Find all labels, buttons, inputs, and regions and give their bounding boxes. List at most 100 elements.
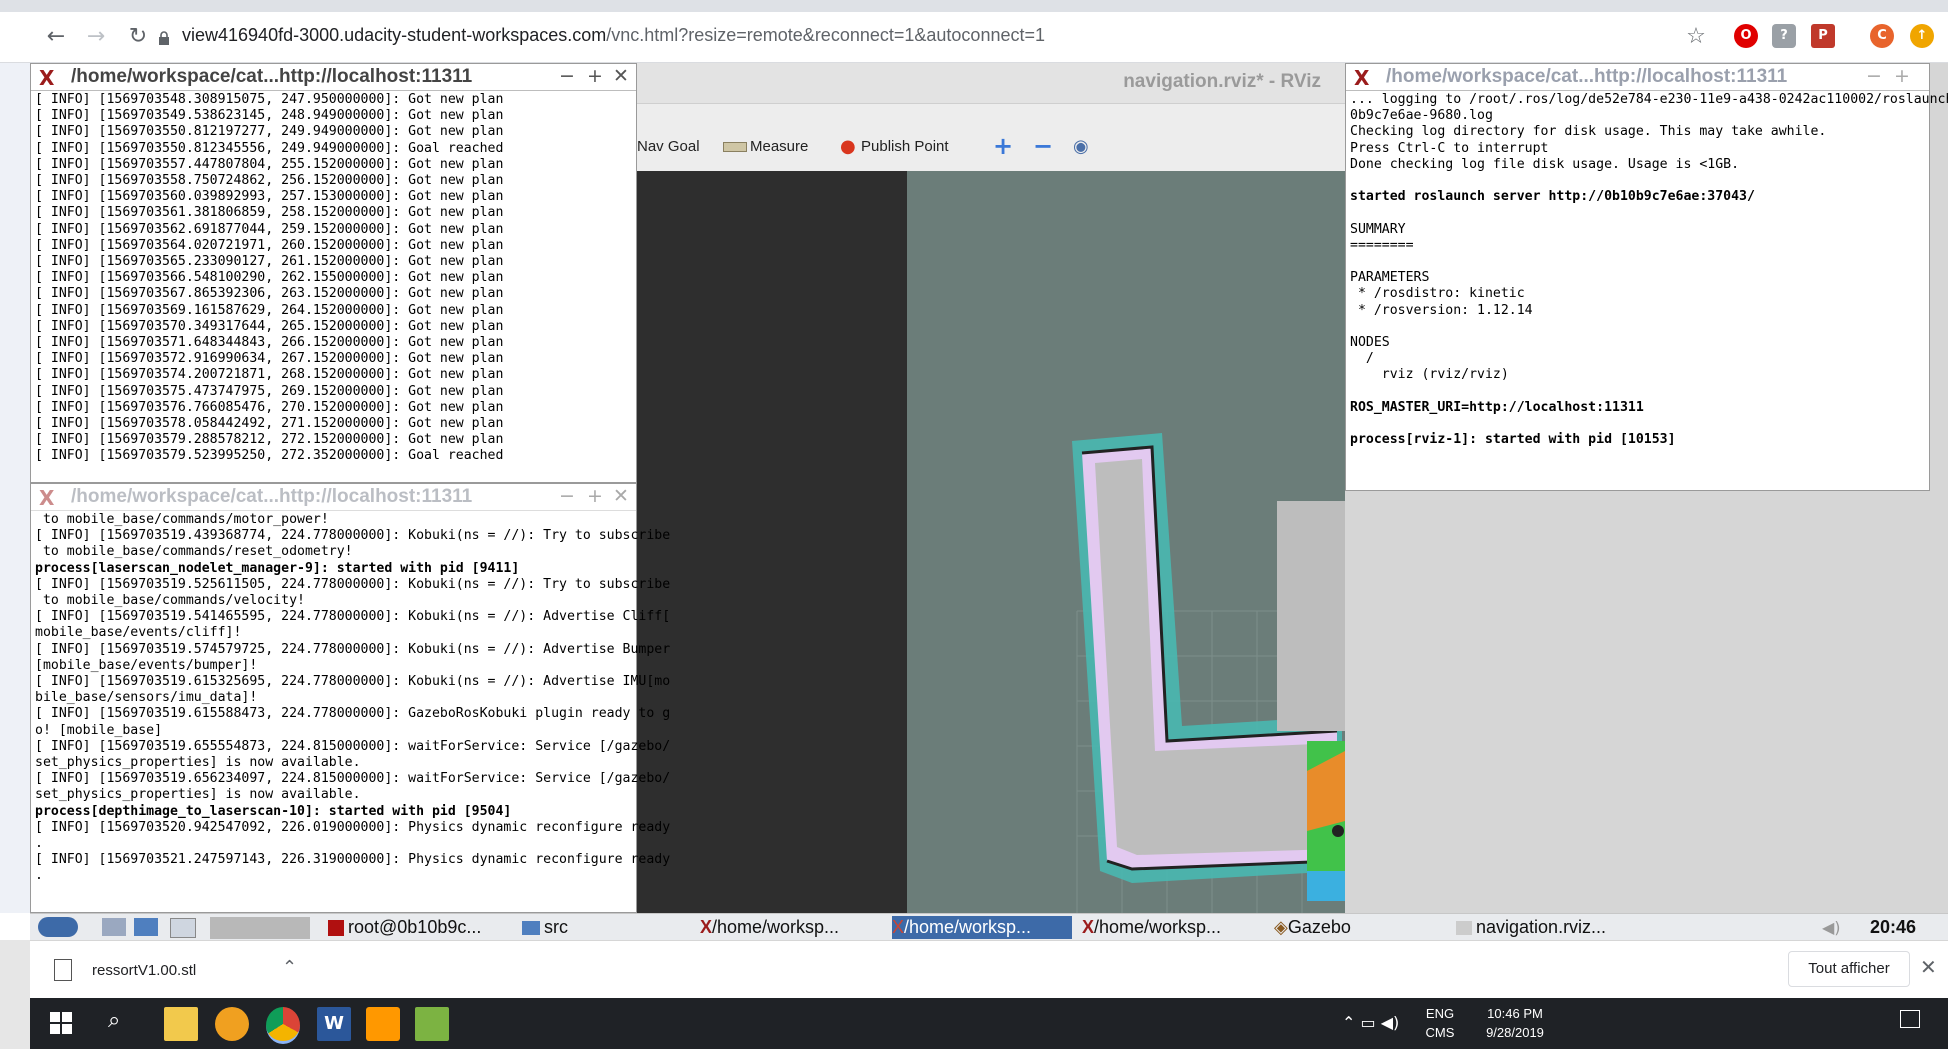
terminal-line: to mobile_base/commands/motor_power! [42,512,329,527]
language-bottom: CMS [1425,1025,1455,1040]
word-icon[interactable]: W [317,1007,351,1041]
update-icon[interactable]: ↑ [1910,24,1934,48]
terminal-titlebar[interactable]: X /home/workspace/cat...http://localhost… [31,484,636,511]
terminal-line: [ INFO] [1569703519.439368774, 224.77800… [35,528,671,544]
terminal-line: to mobile_base/commands/velocity! [42,593,305,609]
forward-icon[interactable]: → [82,23,110,51]
start-menu-icon[interactable] [38,917,78,937]
measure-button[interactable]: Measure [750,138,808,155]
terminal-line: [ INFO] [1569703562.691877044, 259.15200… [35,221,504,237]
terminal-line: mobile_base/events/cliff]! [35,625,242,641]
show-all-button[interactable]: Tout afficher [1788,951,1910,987]
address-bar[interactable]: view416940fd-3000.udacity-student-worksp… [182,25,1045,46]
nav-goal-button[interactable]: Nav Goal [637,138,700,155]
terminal-window-gazebo-log[interactable]: X /home/workspace/cat...http://localhost… [30,483,670,913]
download-filename[interactable]: ressortV1.00.stl [92,962,196,979]
chevron-up-icon[interactable]: ⌃ [282,957,297,978]
taskbar-item-terminal-3[interactable]: X/home/worksp... [1082,916,1268,939]
rviz-title: navigation.rviz* - RViz [1123,71,1321,92]
notifications-icon[interactable] [1900,1010,1920,1028]
windows-start-icon[interactable] [50,1012,72,1034]
terminal-line: [ INFO] [1569703560.039892993, 257.15300… [35,189,504,205]
terminal-line: [ INFO] [1569703519.655554873, 224.81500… [35,738,671,754]
close-icon[interactable]: ✕ [1920,955,1937,979]
taskbar-item-gazebo[interactable]: ◈Gazebo [1274,916,1394,939]
terminal-line: [ INFO] [1569703557.447807804, 255.15200… [35,156,504,172]
profile-avatar[interactable]: C [1870,24,1894,48]
bookmark-star-icon[interactable]: ☆ [1682,23,1710,51]
terminal-line: NODES [1350,335,1390,351]
terminal-line: [ INFO] [1569703578.058442492, 271.15200… [35,416,504,432]
terminal-line: [ INFO] [1569703565.233090127, 261.15200… [35,254,504,270]
workspace-pager[interactable] [210,917,310,939]
terminal-line: [ INFO] [1569703575.473747975, 269.15200… [35,383,504,399]
maximize-icon[interactable]: + [1894,65,1910,87]
terminal-output[interactable]: to mobile_base/commands/motor_power! [ I… [35,512,670,885]
language-top: ENG [1425,1006,1455,1021]
terminal-line: [ INFO] [1569703550.812345556, 249.94900… [35,140,504,156]
file-explorer-icon[interactable] [164,1007,198,1041]
taskbar-label: Gazebo [1287,917,1351,937]
download-shelf: ressortV1.00.stl ⌃ Tout afficher ✕ [30,940,1948,999]
file-manager-icon[interactable] [102,918,126,936]
camera-view-icon[interactable]: ◉ [1073,136,1089,157]
taskbar-item-terminal-1[interactable]: X/home/worksp... [700,916,878,939]
browser-toolbar: ← → ↻ view416940fd-3000.udacity-student-… [0,12,1948,63]
taskbar-item-rviz[interactable]: navigation.rviz... [1456,916,1656,939]
tray-icons[interactable]: ⌃ ▭ ◀) [1342,1013,1399,1032]
notepad-icon[interactable] [415,1007,449,1041]
close-icon[interactable]: ✕ [613,65,629,87]
minimize-icon[interactable]: − [559,65,575,87]
rviz-toolbar: Nav Goal Measure ● Publish Point + − ◉ [637,126,1345,170]
terminal-line: [ INFO] [1569703576.766085476, 270.15200… [35,399,504,415]
lock-icon[interactable] [158,30,170,45]
opera-extension-icon[interactable]: O [1734,24,1758,48]
extension-icon[interactable]: ? [1772,24,1796,48]
terminal-line: [ INFO] [1569703572.916990634, 267.15200… [35,351,504,367]
terminal-window-roslaunch[interactable]: X /home/workspace/cat...http://localhost… [1345,63,1948,491]
terminal-output[interactable]: ... logging to /root/.ros/log/de52e784-e… [1350,92,1948,448]
terminal-window-goal-log[interactable]: X /home/workspace/cat...http://localhost… [30,63,637,483]
pdf-extension-icon[interactable]: P [1811,24,1835,48]
maximize-icon[interactable]: + [587,65,603,87]
terminal-line: process[laserscan_nodelet_manager-9]: st… [35,560,520,576]
rviz-window: navigation.rviz* - RViz Nav Goal Measure… [637,63,1345,913]
taskbar-item-terminal-2[interactable]: X/home/worksp... [892,916,1072,939]
windows-clock[interactable]: 10:46 PM 9/28/2019 [1472,1006,1558,1040]
language-indicator[interactable]: ENG CMS [1418,1006,1462,1040]
search-icon[interactable]: ⌕ [108,1008,120,1033]
terminal-line: [ INFO] [1569703519.541465595, 224.77800… [35,609,671,625]
taskbar-item-src[interactable]: src [522,916,622,939]
minimize-icon[interactable]: − [1866,65,1882,87]
terminal-launcher-icon[interactable] [170,918,196,938]
remove-tool-icon[interactable]: − [1033,132,1053,160]
sublime-text-icon[interactable] [366,1007,400,1041]
rviz-titlebar[interactable]: navigation.rviz* - RViz [637,63,1345,104]
close-icon[interactable]: ✕ [613,485,629,507]
add-tool-icon[interactable]: + [993,132,1013,160]
taskbar-item-root[interactable]: root@0b10b9c... [328,916,518,939]
volume-icon[interactable]: ◀) [1822,918,1841,937]
back-icon[interactable]: ← [42,23,70,51]
terminal-line: o! [mobile_base] [35,722,163,738]
terminal-output[interactable]: [ INFO] [1569703548.308915075, 247.95000… [35,92,503,465]
url-host: view416940fd-3000.udacity-student-worksp… [182,25,607,45]
browser-tab-strip[interactable] [0,0,1948,12]
terminal-line: to mobile_base/commands/reset_odometry! [42,544,353,560]
terminal-line: [ INFO] [1569703564.020721971, 260.15200… [35,237,504,253]
terminal-titlebar[interactable]: X /home/workspace/cat...http://localhost… [1346,64,1929,91]
chrome-icon[interactable] [266,1007,300,1044]
terminal-titlebar[interactable]: X /home/workspace/cat...http://localhost… [31,64,636,91]
terminal-line: [ INFO] [1569703579.288578212, 272.15200… [35,432,504,448]
minimize-icon[interactable]: − [559,485,575,507]
terminal-line: [ INFO] [1569703519.656234097, 224.81500… [35,771,671,787]
brave-browser-icon[interactable] [215,1007,249,1041]
vnc-taskbar: root@0b10b9c... src X/home/worksp... X/h… [30,913,1948,941]
browser-launcher-icon[interactable] [134,918,158,936]
maximize-icon[interactable]: + [587,485,603,507]
publish-point-button[interactable]: Publish Point [861,138,949,155]
terminal-line: [ INFO] [1569703574.200721871, 268.15200… [35,367,504,383]
rviz-3d-viewport[interactable] [637,171,1345,913]
terminal-line: [ INFO] [1569703579.523995250, 272.35200… [35,448,504,464]
reload-icon[interactable]: ↻ [124,23,152,51]
